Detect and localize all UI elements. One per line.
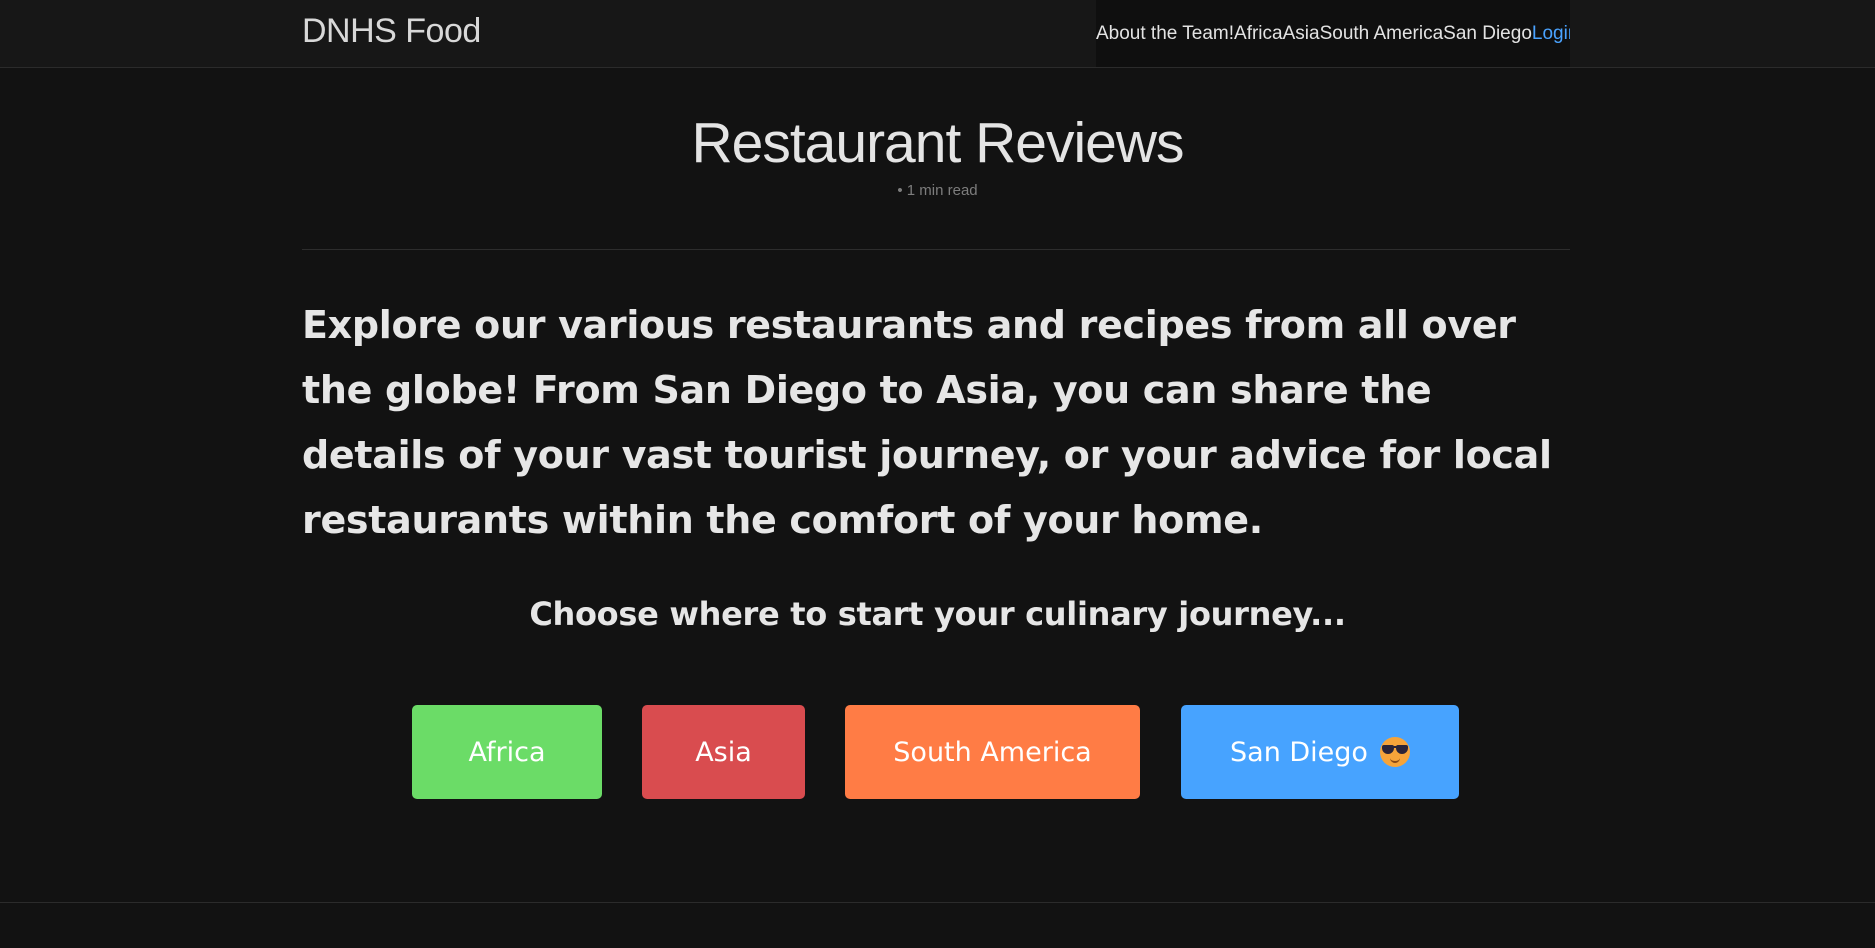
asia-button-label: Asia <box>695 736 752 768</box>
asia-button[interactable]: Asia <box>642 705 805 799</box>
intro-paragraph: Explore our various restaurants and reci… <box>302 303 1552 542</box>
africa-button-label: Africa <box>468 736 546 768</box>
choose-heading: Choose where to start your culinary jour… <box>529 595 1346 633</box>
nav-link-africa[interactable]: Africa <box>1234 23 1283 45</box>
nav-link-san-diego[interactable]: San Diego <box>1443 23 1532 45</box>
title-divider <box>302 249 1570 250</box>
nav-link-south-america[interactable]: South America <box>1320 23 1444 45</box>
site-header: DNHS Food About the Team! Africa Asia So… <box>0 0 1875 68</box>
read-time-meta: • 1 min read <box>897 182 978 199</box>
nav-link-about-team[interactable]: About the Team! <box>1096 23 1234 45</box>
san-diego-button-label: San Diego <box>1230 736 1368 768</box>
footer-divider <box>0 902 1875 903</box>
san-diego-button[interactable]: San Diego <box>1181 705 1459 799</box>
main-nav: About the Team! Africa Asia South Americ… <box>1096 0 1570 67</box>
nav-link-asia[interactable]: Asia <box>1283 23 1320 45</box>
south-america-button[interactable]: South America <box>845 705 1140 799</box>
page-title: Restaurant Reviews <box>691 111 1184 175</box>
africa-button[interactable]: Africa <box>412 705 602 799</box>
sunglasses-face-icon <box>1379 737 1410 767</box>
nav-link-login[interactable]: Login <box>1532 23 1570 45</box>
south-america-button-label: South America <box>893 736 1092 768</box>
site-title-link[interactable]: DNHS Food <box>302 12 481 51</box>
